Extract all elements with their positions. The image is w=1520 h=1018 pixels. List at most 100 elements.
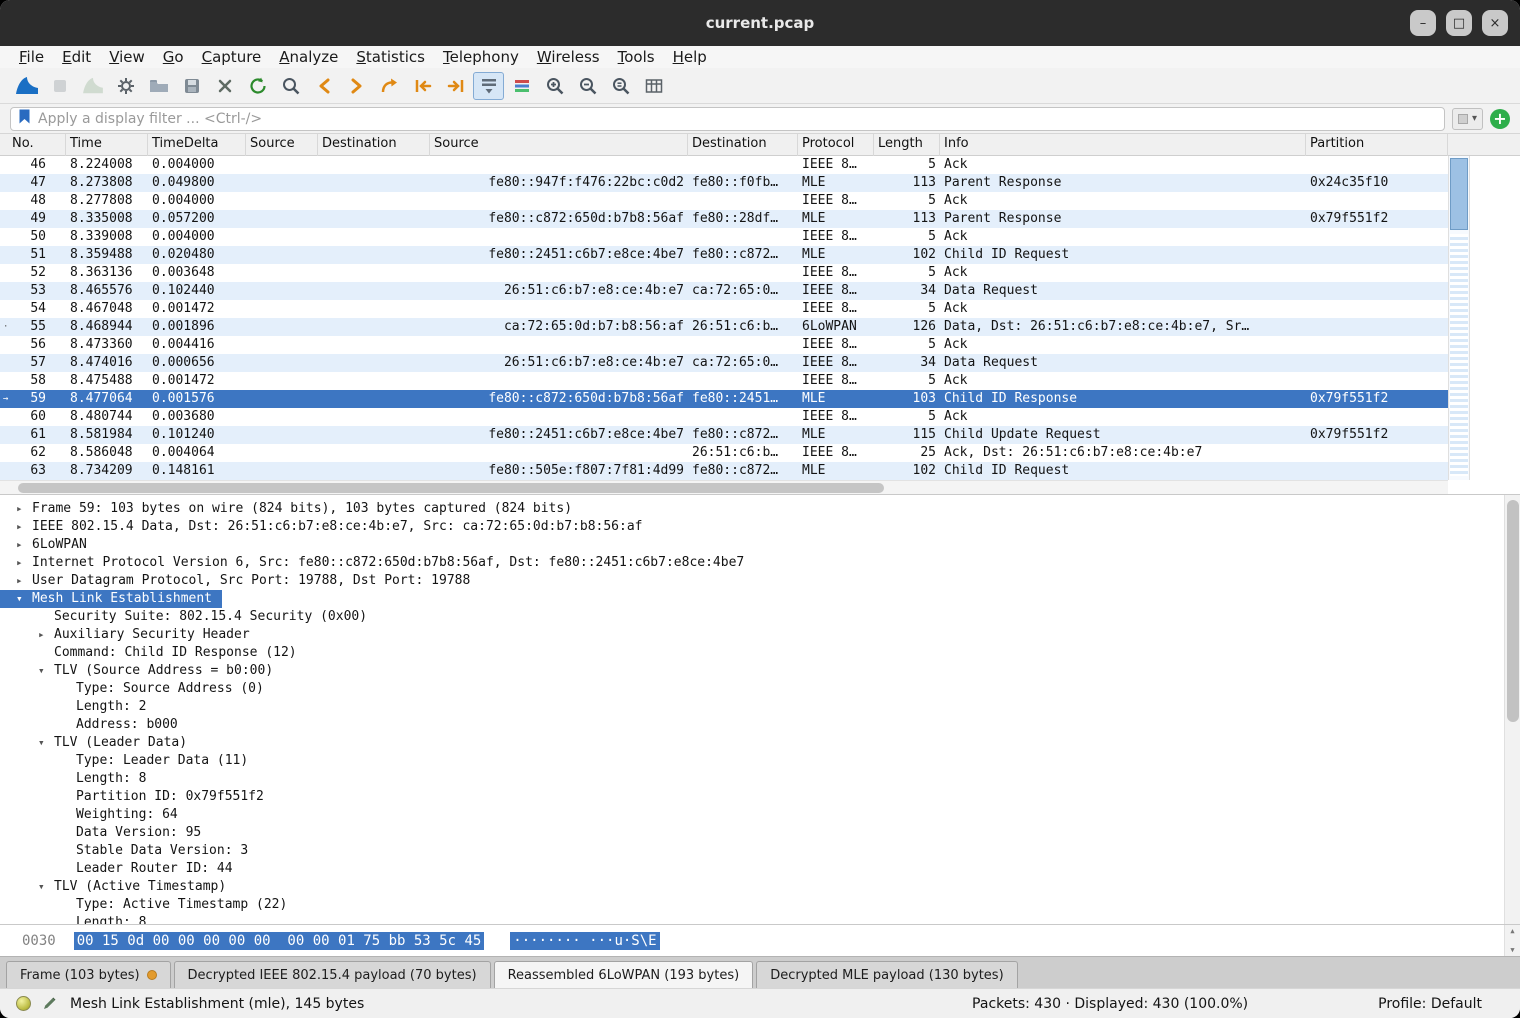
- colorize-button[interactable]: [506, 72, 537, 100]
- packet-row-61[interactable]: 618.5819840.101240fe80::2451:c6b7:e8ce:4…: [0, 426, 1448, 444]
- capture-comment-icon[interactable]: [42, 996, 57, 1011]
- column-header-protocol-7[interactable]: Protocol: [798, 134, 874, 156]
- packet-list-hscrollbar[interactable]: [0, 480, 1448, 494]
- detail-line[interactable]: Data Version: 95: [0, 824, 1520, 842]
- goto-packet-button[interactable]: [374, 72, 405, 100]
- detail-line[interactable]: Length: 2: [0, 698, 1520, 716]
- previous-packet-button[interactable]: [308, 72, 339, 100]
- packet-row-55[interactable]: 55·8.4689440.001896ca:72:65:0d:b7:b8:56:…: [0, 318, 1448, 336]
- column-header-destination-6[interactable]: Destination: [688, 134, 798, 156]
- expand-arrow-icon[interactable]: ▸: [38, 626, 54, 644]
- detail-line[interactable]: ▾TLV (Leader Data): [0, 734, 1520, 752]
- packet-list-hscroll-thumb[interactable]: [18, 483, 884, 493]
- collapse-arrow-icon[interactable]: ▾: [38, 878, 54, 896]
- detail-line[interactable]: Length: 8: [0, 770, 1520, 788]
- menu-view[interactable]: View: [100, 48, 154, 66]
- first-packet-button[interactable]: [407, 72, 438, 100]
- hex-bytes-selected[interactable]: 00 15 0d 00 00 00 00 00 00 00 01 75 bb 5…: [74, 932, 485, 950]
- zoom-out-button[interactable]: [572, 72, 603, 100]
- packet-row-46[interactable]: 468.2240080.004000IEEE 8…5Ack: [0, 156, 1448, 174]
- detail-line[interactable]: Partition ID: 0x79f551f2: [0, 788, 1520, 806]
- close-file-button[interactable]: [209, 72, 240, 100]
- display-filter-wrap[interactable]: [10, 107, 1445, 131]
- column-header-source-5[interactable]: Source: [430, 134, 688, 156]
- detail-line[interactable]: ▸Internet Protocol Version 6, Src: fe80:…: [0, 554, 1520, 572]
- detail-line[interactable]: Leader Router ID: 44: [0, 860, 1520, 878]
- packet-row-59[interactable]: 59→8.4770640.001576fe80::c872:650d:b7b8:…: [0, 390, 1448, 408]
- capture-options-button[interactable]: [110, 72, 141, 100]
- expert-info-icon[interactable]: [16, 996, 31, 1011]
- tab-decrypted-ieee-802-15-4-payload-70-bytes[interactable]: Decrypted IEEE 802.15.4 payload (70 byte…: [174, 961, 491, 988]
- status-profile[interactable]: Profile: Default: [1378, 996, 1482, 1012]
- titlebar[interactable]: current.pcap –□×: [0, 0, 1520, 46]
- menu-file[interactable]: File: [10, 48, 53, 66]
- menu-telephony[interactable]: Telephony: [434, 48, 528, 66]
- packet-list-scroll-thumb[interactable]: [1450, 158, 1468, 230]
- maximize-button[interactable]: □: [1446, 10, 1472, 36]
- detail-line[interactable]: Stable Data Version: 3: [0, 842, 1520, 860]
- close-button[interactable]: ×: [1482, 10, 1508, 36]
- bytes-scrollbar[interactable]: ▲ ▼: [1504, 925, 1520, 956]
- packet-row-62[interactable]: 628.5860480.00406426:51:c6:b…IEEE 8…25Ac…: [0, 444, 1448, 462]
- detail-line[interactable]: ▸Auxiliary Security Header: [0, 626, 1520, 644]
- column-header-length-8[interactable]: Length: [874, 134, 940, 156]
- detail-line[interactable]: Type: Active Timestamp (22): [0, 896, 1520, 914]
- next-packet-button[interactable]: [341, 72, 372, 100]
- menu-tools[interactable]: Tools: [609, 48, 664, 66]
- packet-row-63[interactable]: 638.7342090.148161fe80::505e:f807:7f81:4…: [0, 462, 1448, 480]
- detail-line[interactable]: Type: Source Address (0): [0, 680, 1520, 698]
- menu-help[interactable]: Help: [664, 48, 716, 66]
- detail-line[interactable]: ▸IEEE 802.15.4 Data, Dst: 26:51:c6:b7:e8…: [0, 518, 1520, 536]
- column-header-timedelta-2[interactable]: TimeDelta: [148, 134, 246, 156]
- packet-row-60[interactable]: 608.4807440.003680IEEE 8…5Ack: [0, 408, 1448, 426]
- expand-arrow-icon[interactable]: ▸: [16, 536, 32, 554]
- column-header-no-0[interactable]: No.: [0, 134, 66, 156]
- column-header-time-1[interactable]: Time: [66, 134, 148, 156]
- detail-line[interactable]: ▾TLV (Active Timestamp): [0, 878, 1520, 896]
- filter-bookmark-icon[interactable]: [18, 108, 31, 129]
- last-packet-button[interactable]: [440, 72, 471, 100]
- details-scrollbar[interactable]: [1504, 495, 1520, 924]
- detail-line[interactable]: Weighting: 64: [0, 806, 1520, 824]
- menu-analyze[interactable]: Analyze: [270, 48, 347, 66]
- packet-row-53[interactable]: 538.4655760.10244026:51:c6:b7:e8:ce:4b:e…: [0, 282, 1448, 300]
- detail-line[interactable]: ▸User Datagram Protocol, Src Port: 19788…: [0, 572, 1520, 590]
- expand-arrow-icon[interactable]: ▸: [16, 572, 32, 590]
- tab-decrypted-mle-payload-130-bytes[interactable]: Decrypted MLE payload (130 bytes): [756, 961, 1017, 988]
- packet-row-58[interactable]: 588.4754880.001472IEEE 8…5Ack: [0, 372, 1448, 390]
- packet-row-47[interactable]: 478.2738080.049800fe80::947f:f476:22bc:c…: [0, 174, 1448, 192]
- detail-line[interactable]: ▾TLV (Source Address = b0:00): [0, 662, 1520, 680]
- packet-row-50[interactable]: 508.3390080.004000IEEE 8…5Ack: [0, 228, 1448, 246]
- column-header-info-9[interactable]: Info: [940, 134, 1306, 156]
- minimize-button[interactable]: –: [1410, 10, 1436, 36]
- zoom-in-button[interactable]: [539, 72, 570, 100]
- menu-go[interactable]: Go: [154, 48, 193, 66]
- open-file-button[interactable]: [143, 72, 174, 100]
- expand-arrow-icon[interactable]: ▸: [16, 518, 32, 536]
- hex-ascii-selected[interactable]: ········ ···u·S\E: [510, 932, 659, 950]
- detail-line[interactable]: ▾Mesh Link Establishment: [0, 590, 1520, 608]
- packet-row-52[interactable]: 528.3631360.003648IEEE 8…5Ack: [0, 264, 1448, 282]
- collapse-arrow-icon[interactable]: ▾: [38, 734, 54, 752]
- packet-list-scrollbar[interactable]: [1448, 156, 1470, 480]
- detail-line[interactable]: Type: Leader Data (11): [0, 752, 1520, 770]
- menu-capture[interactable]: Capture: [193, 48, 271, 66]
- restart-capture-button[interactable]: [77, 72, 108, 100]
- resize-columns-button[interactable]: [638, 72, 669, 100]
- packet-row-54[interactable]: 548.4670480.001472IEEE 8…5Ack: [0, 300, 1448, 318]
- details-scroll-thumb[interactable]: [1507, 500, 1519, 722]
- autoscroll-button[interactable]: [473, 72, 504, 100]
- tab-frame-103-bytes[interactable]: Frame (103 bytes): [6, 961, 171, 988]
- collapse-arrow-icon[interactable]: ▾: [16, 590, 32, 608]
- start-capture-button[interactable]: [11, 72, 42, 100]
- collapse-arrow-icon[interactable]: ▾: [38, 662, 54, 680]
- tab-reassembled-6lowpan-193-bytes[interactable]: Reassembled 6LoWPAN (193 bytes): [494, 961, 754, 988]
- detail-line[interactable]: Security Suite: 802.15.4 Security (0x00): [0, 608, 1520, 626]
- expand-arrow-icon[interactable]: ▸: [16, 554, 32, 572]
- detail-line[interactable]: ▸6LoWPAN: [0, 536, 1520, 554]
- scroll-down-icon[interactable]: ▼: [1510, 946, 1514, 954]
- packet-row-57[interactable]: 578.4740160.00065626:51:c6:b7:e8:ce:4b:e…: [0, 354, 1448, 372]
- detail-line[interactable]: Command: Child ID Response (12): [0, 644, 1520, 662]
- column-header-partition-10[interactable]: Partition: [1306, 134, 1448, 156]
- column-header-source-3[interactable]: Source: [246, 134, 318, 156]
